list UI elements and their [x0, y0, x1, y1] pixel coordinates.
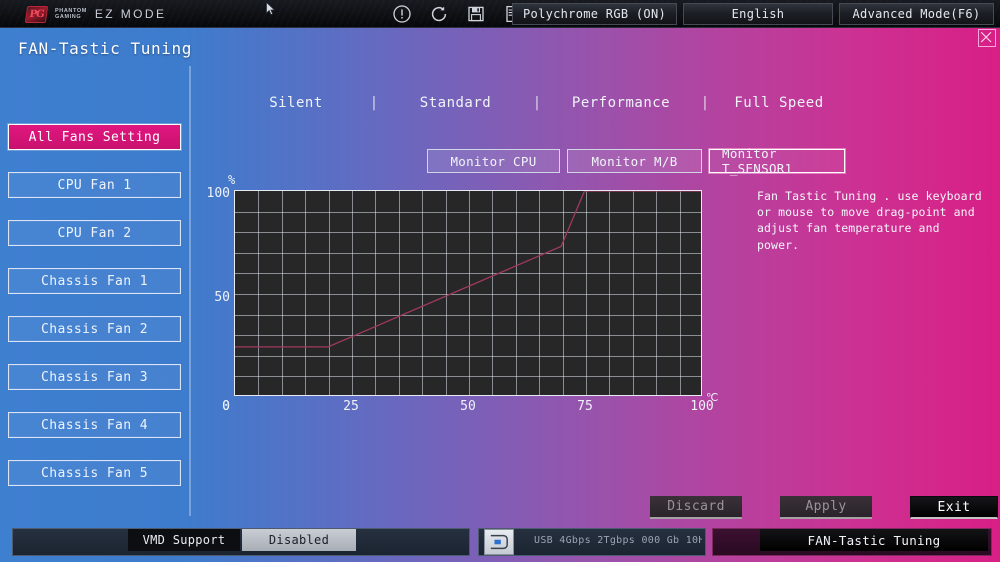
y-axis-tick-100: 100 [198, 186, 230, 201]
sidebar-item-label: Chassis Fan 3 [41, 370, 148, 385]
fan-preset-tabs: Silent | Standard | Performance | Full S… [232, 95, 839, 111]
monitor-cpu-button[interactable]: Monitor CPU [427, 149, 560, 173]
x-axis-tick-75: 75 [565, 399, 605, 414]
sidebar-item-cpu-fan-1[interactable]: CPU Fan 1 [8, 172, 181, 198]
sidebar-item-chassis-fan-2[interactable]: Chassis Fan 2 [8, 316, 181, 342]
y-axis-unit-label: % [228, 173, 235, 187]
discard-button[interactable]: Discard [650, 496, 742, 519]
close-icon[interactable] [978, 29, 996, 47]
help-line-2: or mouse to move drag-point and [757, 204, 987, 220]
preset-tab-full-speed[interactable]: Full Speed [719, 95, 839, 111]
sidebar-item-cpu-fan-2[interactable]: CPU Fan 2 [8, 220, 181, 246]
sidebar-item-label: Chassis Fan 4 [41, 418, 148, 433]
fan-curve-plot-area[interactable] [234, 190, 702, 396]
x-axis-tick-0: 0 [206, 399, 246, 414]
help-text: Fan Tastic Tuning . use keyboard or mous… [757, 188, 987, 253]
pg-mark-text: PG [29, 9, 45, 20]
status-middle-text: USB 4Gbps 2Tgbps 000 Gb 10H1M1K0B [534, 529, 702, 551]
fan-curve-line[interactable] [235, 191, 701, 396]
y-axis-tick-50: 50 [198, 290, 230, 305]
monitor-t-sensor1-button[interactable]: Monitor T_SENSOR1 [709, 149, 845, 173]
brand-logo: PG PHANTOM GAMING EZ MODE [26, 4, 166, 24]
page-title: FAN-Tastic Tuning [18, 39, 192, 58]
sidebar-item-chassis-fan-5[interactable]: Chassis Fan 5 [8, 460, 181, 486]
vmd-support-label: VMD Support [128, 529, 240, 551]
bios-ez-mode-screen: PG PHANTOM GAMING EZ MODE [0, 0, 1000, 562]
apply-button[interactable]: Apply [780, 496, 872, 519]
help-line-1: Fan Tastic Tuning . use keyboard [757, 188, 987, 204]
brand-wordmark: PHANTOM GAMING [55, 8, 87, 20]
usb-device-icon [484, 529, 514, 555]
preset-separator: | [523, 95, 551, 111]
brand-line-2: GAMING [55, 14, 87, 20]
mouse-cursor-icon [266, 2, 276, 16]
preset-separator: | [691, 95, 719, 111]
polychrome-rgb-button[interactable]: Polychrome RGB (ON) [512, 3, 677, 25]
save-icon[interactable] [466, 4, 486, 24]
monitor-source-buttons: Monitor CPU Monitor M/B Monitor T_SENSOR… [427, 149, 845, 173]
status-panel-left [12, 528, 470, 556]
action-button-group: Discard Apply Exit [650, 496, 998, 519]
x-axis-tick-50: 50 [448, 399, 488, 414]
refresh-icon[interactable] [429, 4, 449, 24]
x-axis-unit-label: ℃ [706, 391, 718, 404]
help-line-3: adjust fan temperature and power. [757, 220, 987, 252]
preset-tab-standard[interactable]: Standard [388, 95, 523, 111]
toolbar-icon-group [392, 4, 523, 24]
sidebar-item-label: Chassis Fan 5 [41, 466, 148, 481]
preset-tab-performance[interactable]: Performance [551, 95, 691, 111]
status-right-text: FAN-Tastic Tuning [760, 529, 988, 551]
advanced-mode-button[interactable]: Advanced Mode(F6) [839, 3, 994, 25]
preset-tab-silent[interactable]: Silent [232, 95, 360, 111]
monitor-mb-button[interactable]: Monitor M/B [567, 149, 702, 173]
phantom-gaming-mark-icon: PG [25, 6, 48, 23]
sidebar-item-label: CPU Fan 1 [57, 178, 131, 193]
sidebar-item-label: Chassis Fan 1 [41, 274, 148, 289]
bottom-status-bar: VMD Support Disabled USB 4Gbps 2Tgbps 00… [0, 526, 1000, 562]
sidebar-item-all-fans-setting[interactable]: All Fans Setting [8, 124, 181, 150]
sidebar-divider [189, 66, 191, 516]
mode-label: EZ MODE [95, 7, 166, 21]
sidebar-item-chassis-fan-3[interactable]: Chassis Fan 3 [8, 364, 181, 390]
info-icon[interactable] [392, 4, 412, 24]
sidebar-item-chassis-fan-4[interactable]: Chassis Fan 4 [8, 412, 181, 438]
top-toolbar: PG PHANTOM GAMING EZ MODE [0, 0, 1000, 28]
fan-selector-sidebar: All Fans Setting CPU Fan 1 CPU Fan 2 Cha… [0, 124, 188, 508]
sidebar-item-label: CPU Fan 2 [57, 226, 131, 241]
sidebar-item-label: Chassis Fan 2 [41, 322, 148, 337]
x-axis-tick-25: 25 [331, 399, 371, 414]
toolbar-button-group: Polychrome RGB (ON) English Advanced Mod… [512, 3, 994, 25]
vmd-support-value[interactable]: Disabled [242, 529, 356, 551]
preset-separator: | [360, 95, 388, 111]
exit-button[interactable]: Exit [910, 496, 998, 519]
sidebar-item-label: All Fans Setting [29, 130, 161, 145]
sidebar-item-chassis-fan-1[interactable]: Chassis Fan 1 [8, 268, 181, 294]
language-button[interactable]: English [683, 3, 833, 25]
